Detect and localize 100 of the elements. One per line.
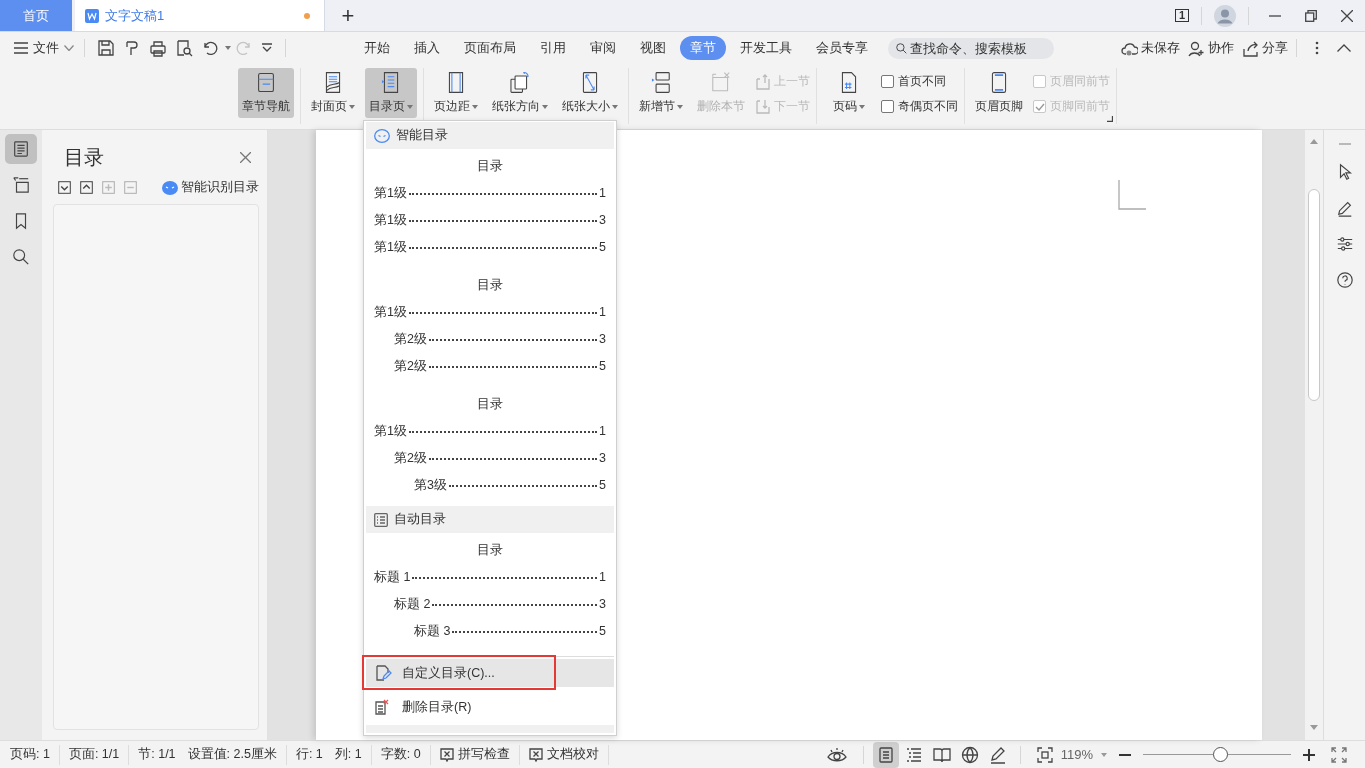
- toc-style-option[interactable]: 目录 第1级 1 第1级 3 第1级 5: [366, 149, 614, 268]
- toc-entry-label: 第1级: [374, 423, 407, 440]
- zoom-dropdown[interactable]: 119%: [1060, 747, 1107, 762]
- slider-thumb[interactable]: [1212, 747, 1228, 762]
- zoom-in-icon[interactable]: [1303, 748, 1315, 761]
- ribbon-button[interactable]: 纸张方向: [488, 68, 552, 118]
- book-icon: [932, 745, 951, 764]
- help-icon[interactable]: [1335, 271, 1354, 289]
- menu-item[interactable]: 自定义目录(C)...: [366, 659, 614, 687]
- robot-icon: [162, 180, 178, 195]
- status-text: 列: 1: [334, 746, 362, 763]
- status-text: 页码: 1: [10, 746, 50, 763]
- checkbox[interactable]: 奇偶页不同: [881, 98, 958, 115]
- person-add-icon: [1188, 39, 1205, 57]
- page-number: 1: [599, 423, 606, 440]
- outline-view-icon: [904, 745, 923, 764]
- status-text: 页面: 1/1: [68, 746, 120, 763]
- ribbon-tab[interactable]: 审阅: [580, 36, 626, 60]
- ribbon-tab[interactable]: 视图: [630, 36, 676, 60]
- collapse-icon[interactable]: [1337, 44, 1351, 52]
- ribbon-button[interactable]: 页边距: [430, 68, 482, 118]
- page-number: 1: [599, 569, 606, 586]
- ribbon-button[interactable]: 页码: [823, 68, 875, 118]
- hierarchy-icon: [12, 176, 30, 194]
- ribbon-button[interactable]: 封面页: [307, 68, 359, 118]
- toc-style-option[interactable]: 目录 第1级 1 第2级 3 第3级 5: [366, 387, 614, 506]
- document-tab[interactable]: 文字文稿1: [75, 0, 325, 31]
- print-icon[interactable]: [149, 39, 167, 57]
- scrollbar-thumb[interactable]: [1308, 189, 1320, 401]
- status-button[interactable]: 文档校对: [519, 744, 609, 765]
- caret-icon: [1101, 752, 1107, 757]
- toolbar-action[interactable]: 分享: [1242, 39, 1288, 57]
- ribbon-tab[interactable]: 插入: [404, 36, 450, 60]
- toc-style-option[interactable]: 目录 第1级 1 第2级 3 第2级 5: [366, 268, 614, 387]
- checkbox[interactable]: 首页不同: [881, 73, 958, 90]
- side-tool[interactable]: [5, 134, 37, 164]
- chevron-down-icon: [64, 45, 74, 51]
- panel-title: 目录: [64, 145, 104, 170]
- toc-entry-label: 第1级: [374, 185, 407, 202]
- avatar-icon[interactable]: [1214, 4, 1236, 27]
- print-preview-icon[interactable]: [175, 39, 193, 57]
- sliders-icon[interactable]: [1335, 235, 1354, 253]
- collapse-icon[interactable]: [80, 181, 93, 194]
- ribbon-tab[interactable]: 引用: [530, 36, 576, 60]
- toolbar-action[interactable]: 协作: [1188, 39, 1234, 57]
- caret-icon: [349, 104, 355, 109]
- toc-entry-label: 标题 1: [374, 569, 411, 586]
- dialog-launcher-icon[interactable]: [1107, 116, 1113, 122]
- caret-icon: [472, 104, 478, 109]
- toc-entry-label: 第2级: [394, 358, 427, 375]
- section-title: 自动目录: [394, 511, 446, 528]
- save-icon[interactable]: [97, 39, 115, 57]
- restore-icon[interactable]: [1305, 9, 1317, 22]
- toc-entry-label: 标题 2: [394, 596, 431, 613]
- toc-entry-label: 第1级: [374, 304, 407, 321]
- document-icon: [85, 8, 99, 23]
- toolbar-action[interactable]: 未保存: [1121, 39, 1180, 57]
- undo-icon[interactable]: [201, 39, 219, 57]
- expand-icon[interactable]: [58, 181, 71, 194]
- ribbon-button[interactable]: 新增节: [635, 68, 687, 118]
- ribbon-button[interactable]: 章节导航: [238, 68, 294, 118]
- page-number: 5: [599, 623, 606, 640]
- customize-icon[interactable]: [261, 42, 273, 54]
- page-view-icon: [876, 745, 895, 764]
- menu-item[interactable]: 删除目录(R): [366, 693, 614, 721]
- eye-icon[interactable]: [826, 746, 847, 763]
- outline-icon: [12, 140, 30, 158]
- ribbon-tab[interactable]: 开发工具: [730, 36, 802, 60]
- scroll-down-icon: [1310, 725, 1318, 730]
- smart-toc-button[interactable]: 智能识别目录: [162, 179, 259, 196]
- ribbon-button[interactable]: 纸张大小: [558, 68, 622, 118]
- more-icon[interactable]: [1315, 41, 1319, 55]
- page-number: 3: [599, 331, 606, 348]
- status-button[interactable]: 拼写检查: [430, 744, 520, 765]
- caret-icon: [859, 104, 865, 109]
- close-icon[interactable]: [240, 152, 251, 163]
- close-icon[interactable]: [1341, 9, 1353, 22]
- pen-icon[interactable]: [1335, 199, 1354, 217]
- view-mode-button[interactable]: [872, 741, 899, 768]
- new-tab-button[interactable]: +: [325, 0, 371, 31]
- fullscreen-icon[interactable]: [1331, 746, 1347, 763]
- fit-page-icon[interactable]: [1036, 746, 1053, 763]
- window-count-badge[interactable]: 1: [1174, 9, 1189, 22]
- search-icon: [12, 248, 30, 266]
- ribbon-tab[interactable]: 会员专享: [806, 36, 878, 60]
- file-menu-button[interactable]: 文件: [14, 39, 74, 57]
- menu-icon: [14, 42, 28, 54]
- toc-entry-label: 第2级: [394, 331, 427, 348]
- ribbon-tab[interactable]: 页面布局: [454, 36, 526, 60]
- page-number: 3: [599, 450, 606, 467]
- toc-style-option[interactable]: 目录 标题 1 1 标题 2 3 标题 3 5: [366, 533, 614, 652]
- toc-preview-title: 目录: [476, 277, 504, 294]
- format-painter-icon[interactable]: [123, 39, 141, 57]
- arrow-down-icon: [755, 98, 771, 115]
- page-number: 3: [599, 596, 606, 613]
- ribbon-tab[interactable]: 开始: [354, 36, 400, 60]
- ribbon-button[interactable]: 页眉页脚: [971, 68, 1027, 118]
- search-field[interactable]: 查找命令、搜索模板: [888, 37, 1054, 59]
- ribbon-button[interactable]: 目录页: [365, 68, 417, 118]
- toc-preview-title: 目录: [476, 542, 504, 559]
